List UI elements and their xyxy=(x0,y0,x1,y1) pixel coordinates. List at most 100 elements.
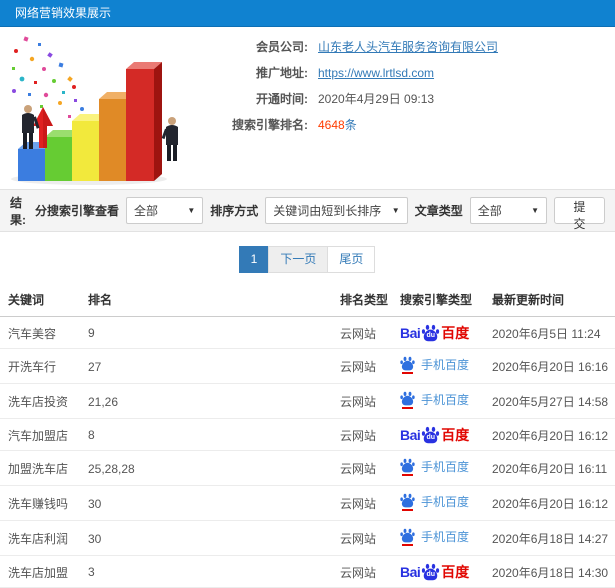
growth-chart-illustration xyxy=(0,27,188,189)
baidu-logo: Bai du 百度 xyxy=(400,324,469,342)
baidu-logo-cn-text: 百度 xyxy=(441,325,470,341)
updated-cell: 2020年6月18日 14:27 xyxy=(492,520,615,556)
header-rank: 排名 xyxy=(88,285,340,317)
updated-cell: 2020年6月5日 11:24 xyxy=(492,316,615,349)
next-page-button[interactable]: 下一页 xyxy=(268,246,329,273)
keyword-cell: 开洗车行 xyxy=(0,348,88,384)
engine-rank-value: 4648条 xyxy=(318,116,357,133)
header-keyword: 关键词 xyxy=(0,285,88,317)
member-company-label: 会员公司: xyxy=(256,40,308,54)
submit-button[interactable]: 提交 xyxy=(554,197,605,231)
sort-select-value: 关键词由短到长排序 xyxy=(273,204,382,218)
result-label: 结果: xyxy=(10,195,26,227)
filter-bar: 结果: 分搜索引擎查看 全部 ▼ 排序方式 关键词由短到长排序 ▼ 文章类型 全… xyxy=(0,189,615,232)
engine-cell: Bai du 百度 xyxy=(400,316,492,349)
baidu-logo-du-text: du xyxy=(426,434,436,441)
baidu-logo-du-text: du xyxy=(426,332,436,339)
header-updated: 最新更新时间 xyxy=(492,285,615,317)
mobile-baidu-paw-icon xyxy=(400,493,415,511)
table-row: 汽车加盟店 8 云网站 Bai du 百度 2020年6月20日 16:12 xyxy=(0,418,615,451)
open-time-value: 2020年4月29日 09:13 xyxy=(318,92,435,106)
keyword-cell: 洗车赚钱吗 xyxy=(0,485,88,521)
businessman-right xyxy=(161,117,178,161)
engine-view-label: 分搜索引擎查看 xyxy=(34,204,119,218)
engine-cell: 手机百度 xyxy=(400,520,492,556)
mobile-baidu-paw-icon xyxy=(400,458,415,476)
engine-cell: 手机百度 xyxy=(400,348,492,384)
keyword-cell: 洗车店加盟 xyxy=(0,555,88,588)
rank-type-cell: 云网站 xyxy=(340,555,400,588)
sort-label: 排序方式 xyxy=(210,204,259,218)
last-page-button[interactable]: 尾页 xyxy=(327,246,376,273)
table-header-row: 关键词 排名 排名类型 搜索引擎类型 最新更新时间 xyxy=(0,285,615,317)
engine-rank-label: 搜索引擎排名: xyxy=(232,118,308,132)
engine-cell: 手机百度 xyxy=(400,485,492,521)
keyword-cell: 洗车店利润 xyxy=(0,520,88,556)
promo-url-row: 推广地址: https://www.lrtlsd.com xyxy=(188,64,615,80)
mobile-baidu-badge: 手机百度 xyxy=(400,356,469,374)
rank-type-cell: 云网站 xyxy=(340,383,400,419)
baidu-logo-cn-text: 百度 xyxy=(441,427,470,443)
mobile-baidu-badge: 手机百度 xyxy=(400,391,469,409)
rank-type-cell: 云网站 xyxy=(340,418,400,451)
baidu-logo-bai-text: Bai xyxy=(400,564,421,580)
engine-view-select[interactable]: 全部 ▼ xyxy=(125,197,204,224)
chevron-down-icon: ▼ xyxy=(531,206,539,215)
mobile-baidu-paw-icon xyxy=(400,391,415,409)
mobile-baidu-badge: 手机百度 xyxy=(400,528,469,546)
keyword-cell: 汽车美容 xyxy=(0,316,88,349)
rank-cell[interactable]: 30 xyxy=(88,485,340,521)
rank-type-cell: 云网站 xyxy=(340,348,400,384)
open-time-row: 开通时间: 2020年4月29日 09:13 xyxy=(188,90,615,106)
rank-cell[interactable]: 25,28,28 xyxy=(88,450,340,486)
table-row: 汽车美容 9 云网站 Bai du 百度 2020年6月5日 11:24 xyxy=(0,316,615,349)
member-company-link[interactable]: 山东老人头汽车服务咨询有限公司 xyxy=(318,38,498,55)
account-info-fields: 会员公司: 山东老人头汽车服务咨询有限公司 推广地址: https://www.… xyxy=(188,27,615,189)
page-title: 网络营销效果展示 xyxy=(15,6,112,20)
table-row: 洗车赚钱吗 30 云网站 手机百度 2020年6月20日 16:12 xyxy=(0,485,615,521)
filter-controls: 分搜索引擎查看 全部 ▼ 排序方式 关键词由短到长排序 ▼ 文章类型 全部 ▼ … xyxy=(34,197,605,231)
rank-cell[interactable]: 27 xyxy=(88,348,340,384)
baidu-paw-icon: du xyxy=(421,324,440,342)
mobile-baidu-paw-icon xyxy=(400,356,415,374)
article-type-select[interactable]: 全部 ▼ xyxy=(469,197,547,224)
table-row: 加盟洗车店 25,28,28 云网站 手机百度 2020年6月20日 16:11 xyxy=(0,450,615,486)
engine-view-select-value: 全部 xyxy=(133,204,158,218)
baidu-logo: Bai du 百度 xyxy=(400,426,469,444)
keyword-cell: 洗车店投资 xyxy=(0,383,88,419)
updated-cell: 2020年6月20日 16:11 xyxy=(492,450,615,486)
article-type-label: 文章类型 xyxy=(414,204,463,218)
updated-cell: 2020年6月18日 14:30 xyxy=(492,555,615,588)
rank-cell[interactable]: 3 xyxy=(88,555,340,588)
keyword-cell: 加盟洗车店 xyxy=(0,450,88,486)
table-row: 洗车店投资 21,26 云网站 手机百度 2020年5月27日 14:58 xyxy=(0,383,615,419)
mobile-baidu-label: 手机百度 xyxy=(421,495,470,509)
sort-select[interactable]: 关键词由短到长排序 ▼ xyxy=(265,197,408,224)
baidu-logo-bai-text: Bai xyxy=(400,325,421,341)
chevron-down-icon: ▼ xyxy=(391,206,400,215)
promo-url-label: 推广地址: xyxy=(256,66,308,80)
page-number-current[interactable]: 1 xyxy=(238,246,270,273)
chevron-down-icon: ▼ xyxy=(187,206,196,215)
promo-url-link[interactable]: https://www.lrtlsd.com xyxy=(318,66,434,80)
table-row: 洗车店利润 30 云网站 手机百度 2020年6月18日 14:27 xyxy=(0,520,615,556)
header-rank-type: 排名类型 xyxy=(340,285,400,317)
baidu-logo-bai-text: Bai xyxy=(400,427,421,443)
engine-cell: Bai du 百度 xyxy=(400,555,492,588)
rank-cell[interactable]: 9 xyxy=(88,316,340,349)
rank-cell[interactable]: 21,26 xyxy=(88,383,340,419)
rank-cell[interactable]: 8 xyxy=(88,418,340,451)
article-type-select-value: 全部 xyxy=(477,204,502,218)
pagination: 1 下一页 尾页 xyxy=(0,246,615,273)
rank-cell[interactable]: 30 xyxy=(88,520,340,556)
engine-rank-count: 4648 xyxy=(318,118,345,132)
mobile-baidu-badge: 手机百度 xyxy=(400,493,469,511)
mobile-baidu-badge: 手机百度 xyxy=(400,458,469,476)
baidu-logo-cn-text: 百度 xyxy=(441,564,470,580)
baidu-logo: Bai du 百度 xyxy=(400,563,469,581)
baidu-paw-icon: du xyxy=(421,426,440,444)
baidu-logo-du-text: du xyxy=(426,571,436,578)
rank-type-cell: 云网站 xyxy=(340,485,400,521)
bar-chart-growth-image xyxy=(11,36,178,185)
mobile-baidu-label: 手机百度 xyxy=(421,358,470,372)
